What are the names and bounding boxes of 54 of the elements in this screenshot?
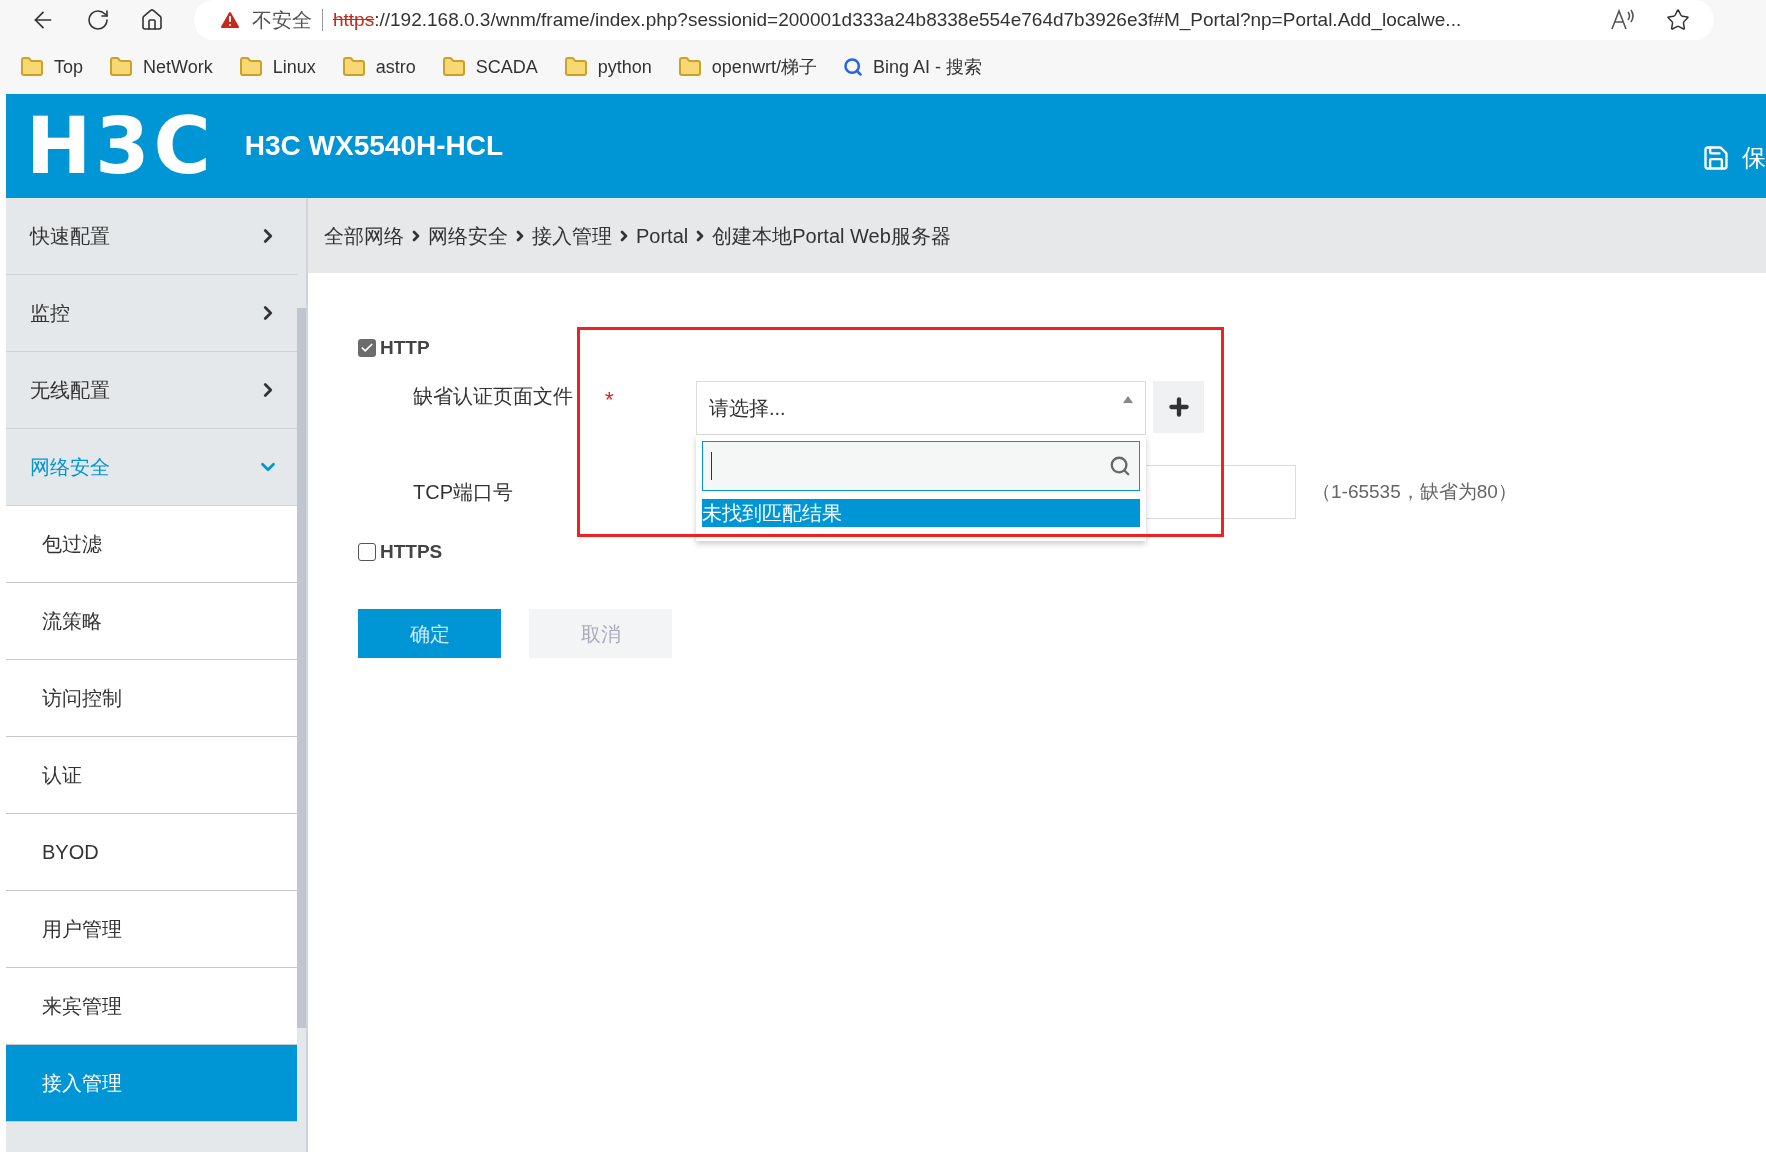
required-mark: *: [605, 386, 615, 414]
folder-icon: [677, 55, 702, 79]
folder-icon: [341, 55, 366, 79]
sidebar-submenu-item[interactable]: 包过滤: [6, 506, 297, 583]
breadcrumb-link[interactable]: 全部网络: [324, 220, 404, 251]
https-label: HTTPS: [380, 539, 443, 564]
scrollbar-thumb[interactable]: [297, 308, 306, 1028]
folder-icon: [109, 55, 134, 79]
http-label: HTTP: [380, 335, 430, 360]
search-icon: [842, 57, 863, 77]
caret-up-icon: [1123, 396, 1133, 403]
sidebar-submenu-item[interactable]: 用户管理: [6, 891, 297, 968]
search-field[interactable]: [702, 441, 1140, 491]
breadcrumb-link[interactable]: Portal: [636, 220, 689, 251]
folder-icon: [563, 55, 588, 79]
bookmark[interactable]: Top: [20, 53, 84, 81]
add-button[interactable]: [1153, 381, 1204, 433]
security-label: 不安全: [252, 8, 312, 33]
checkbox[interactable]: [358, 339, 376, 357]
bookmark[interactable]: astro: [341, 53, 416, 81]
sidebar-submenu-item[interactable]: BYOD: [6, 814, 297, 891]
breadcrumb-link[interactable]: 创建本地Portal Web服务器: [712, 220, 951, 251]
bookmark[interactable]: openwrt/梯子: [677, 53, 817, 81]
folder-icon: [441, 55, 466, 79]
read-aloud-icon[interactable]: [1610, 8, 1636, 32]
save-icon: [1702, 144, 1730, 172]
bookmark[interactable]: Bing AI - 搜索: [842, 53, 982, 81]
home-icon[interactable]: [140, 8, 164, 32]
sidebar-submenu-item[interactable]: 来宾管理: [6, 968, 297, 1045]
bookmark[interactable]: SCADA: [441, 53, 538, 81]
folder-icon: [20, 55, 44, 79]
search-icon: [1109, 455, 1131, 477]
checkbox[interactable]: [358, 543, 376, 561]
device-title: H3C WX5540H-HCL: [244, 129, 504, 163]
check-icon: [360, 341, 374, 355]
field-label: TCP端口号: [413, 480, 514, 505]
bookmark[interactable]: python: [563, 53, 652, 81]
url-text: https://192.168.0.3/wnm/frame/index.php?sessionid=200001d333a24b8338e554e764d7b3926e3f#M_Portal?np=Portal.Add_localwe...: [333, 7, 1462, 33]
folder-icon: [238, 55, 263, 79]
sidebar-submenu-item[interactable]: 访问控制: [6, 660, 297, 737]
bookmark[interactable]: Linux: [238, 53, 316, 81]
logo: H3C: [26, 107, 215, 185]
breadcrumb-link[interactable]: 网络安全: [428, 220, 508, 251]
breadcrumb-link[interactable]: 接入管理: [532, 220, 612, 251]
address-bar[interactable]: 不安全 https://192.168.0.3/wnm/frame/index.php?sessionid=200001d333a24b8338e554e764d7b3926e3f#M_Portal?np=Portal.Add_localwe...: [194, 0, 1714, 40]
sidebar-submenu-item[interactable]: 认证: [6, 737, 297, 814]
favorite-star-icon[interactable]: [1666, 8, 1690, 32]
file-select[interactable]: 请选择...: [696, 381, 1146, 435]
bookmark[interactable]: NetWork: [109, 53, 213, 81]
port-hint: （1-65535，缺省为80）: [1312, 479, 1517, 504]
no-result-option: 未找到匹配结果: [702, 499, 1140, 527]
field-label: 缺省认证页面文件: [413, 384, 574, 409]
refresh-icon[interactable]: [86, 8, 110, 32]
sidebar-submenu-item[interactable]: 流策略: [6, 583, 297, 660]
